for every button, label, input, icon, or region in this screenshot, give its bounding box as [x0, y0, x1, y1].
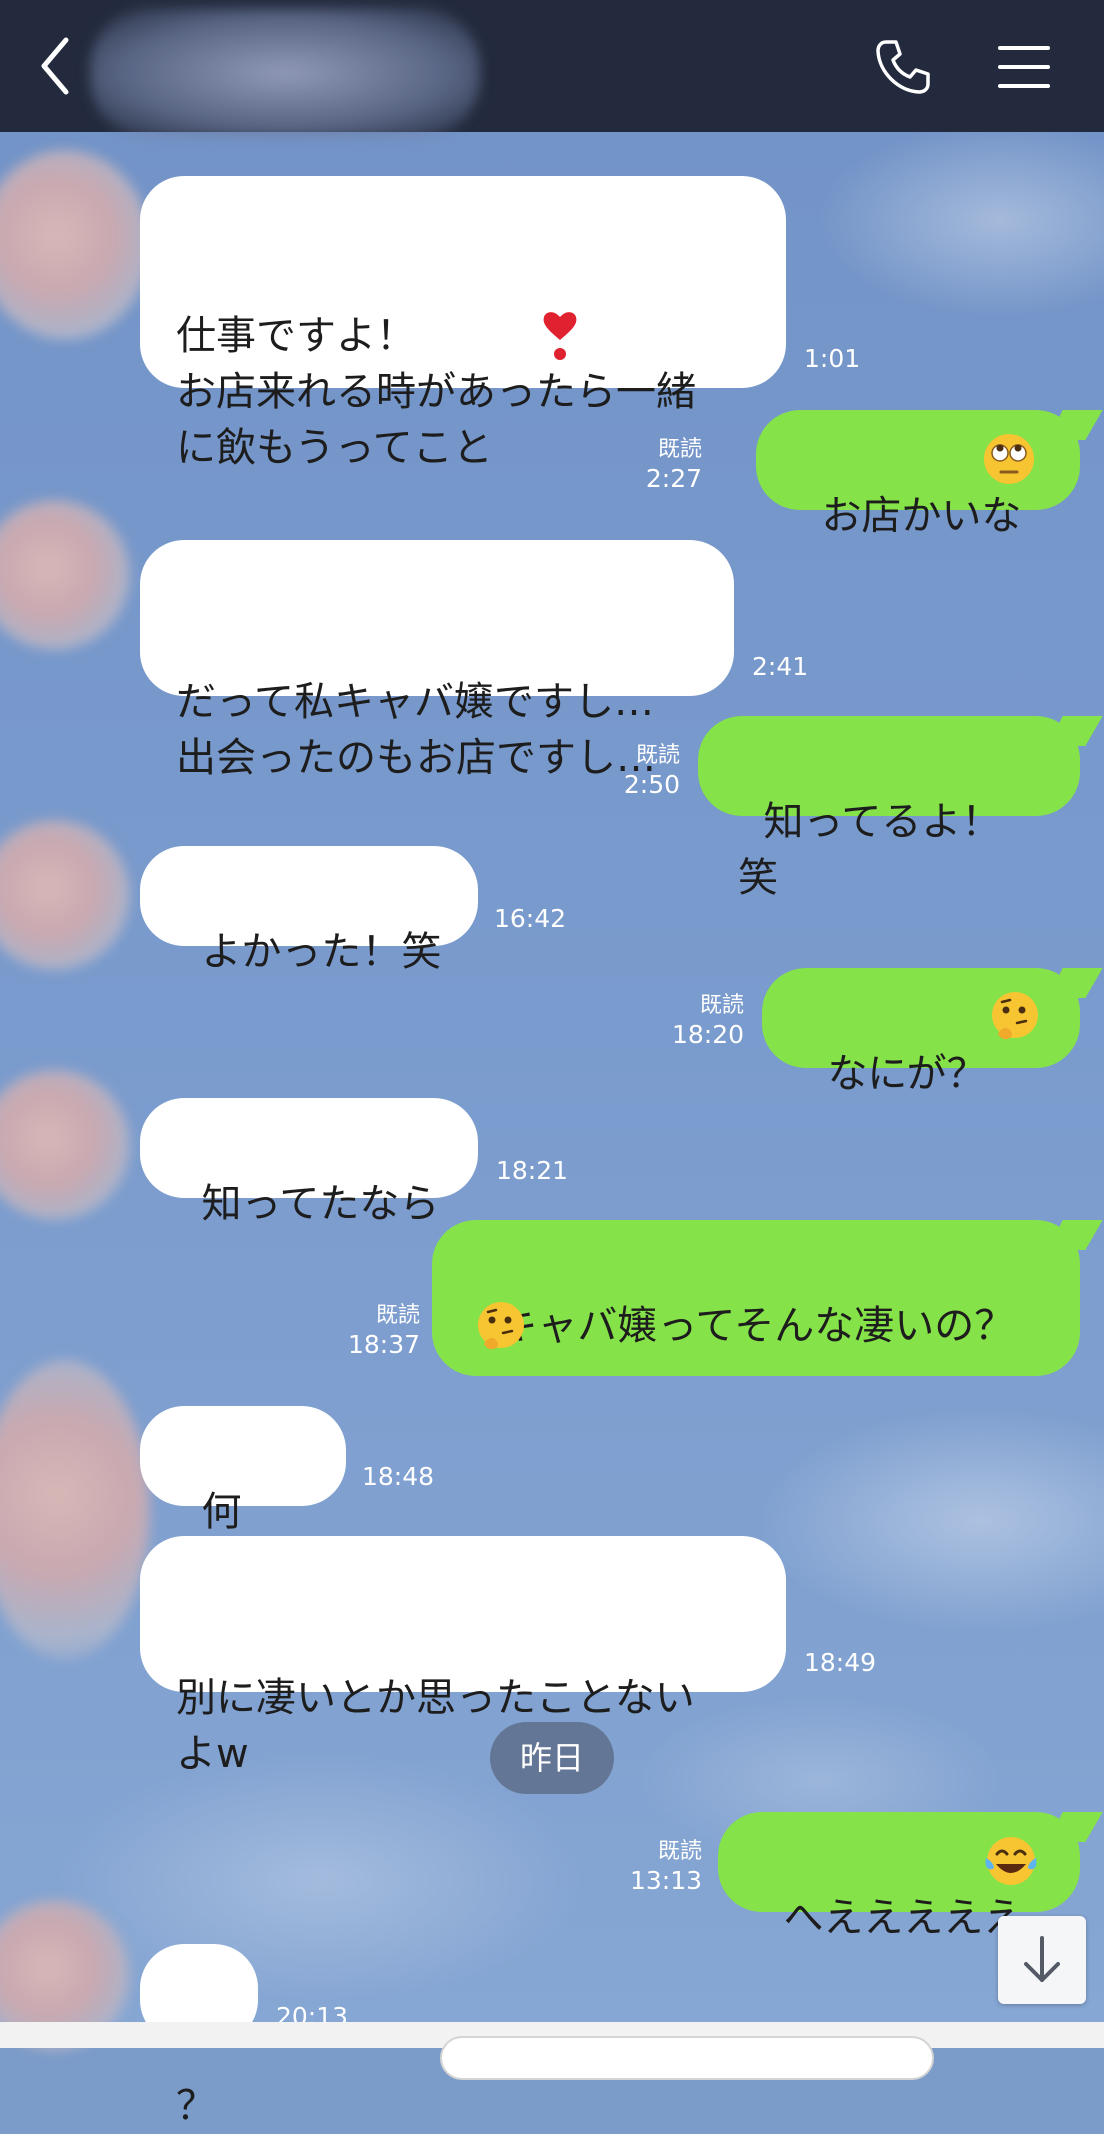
message-bubble-outgoing[interactable]: キャバ嬢ってそんな凄いの？	[432, 1220, 1080, 1376]
message-time: 2:27	[645, 464, 702, 493]
message-text: お店かいな	[821, 493, 1022, 539]
scroll-to-bottom-button[interactable]	[998, 1916, 1086, 2004]
call-button[interactable]	[872, 36, 934, 98]
message-time: 1:01	[804, 344, 861, 373]
phone-icon	[876, 40, 930, 94]
read-label: 既読	[699, 993, 744, 1018]
message-bubble-outgoing[interactable]: お店かいな	[756, 410, 1080, 539]
message-time: 18:48	[362, 1462, 435, 1491]
read-receipt: 既読 2:27	[630, 436, 702, 494]
message-time: 2:41	[752, 652, 809, 681]
message-bubble-incoming[interactable]: 知ってたなら	[140, 1098, 478, 1227]
read-receipt: 既読 2:50	[608, 742, 680, 800]
read-label: 既読	[375, 1303, 420, 1328]
heavy-heart-exclamation-icon	[543, 312, 577, 360]
message-text: よかった！笑	[201, 929, 442, 975]
read-label: 既読	[657, 1839, 702, 1864]
thinking-face-icon	[992, 992, 1038, 1040]
message-time: 18:21	[496, 1156, 569, 1185]
thinking-face-icon	[478, 1302, 524, 1350]
message-text: へえええええ	[783, 1895, 1024, 1941]
chat-header	[0, 0, 1104, 138]
message-bubble-outgoing[interactable]: 知ってるよ！笑	[698, 716, 1080, 901]
message-text: 知ってたなら	[201, 1181, 440, 1227]
chevron-left-icon	[41, 37, 69, 95]
read-label: 既読	[635, 743, 680, 768]
back-button[interactable]	[30, 28, 90, 104]
message-time: 18:37	[347, 1330, 420, 1359]
read-receipt: 既読 18:37	[336, 1302, 420, 1360]
face-with-rolling-eyes-icon	[984, 434, 1034, 484]
message-bubble-incoming[interactable]: 別に凄いとか思ったことない よw	[140, 1536, 786, 1777]
arrow-down-icon	[1024, 1936, 1060, 1982]
message-text: なにが？	[827, 1051, 987, 1097]
message-text: キャバ嬢ってそんな凄いの？	[497, 1303, 1015, 1349]
message-bubble-outgoing[interactable]: なにが？	[762, 968, 1080, 1097]
message-time: 18:20	[671, 1020, 744, 1049]
message-input[interactable]	[440, 2036, 934, 2080]
read-receipt: 既読 18:20	[660, 992, 744, 1050]
message-time: 18:49	[804, 1648, 877, 1677]
message-bubble-incoming[interactable]: 何が？	[140, 1406, 346, 1591]
read-receipt: 既読 13:13	[630, 1838, 702, 1896]
face-with-tears-of-joy-icon	[985, 1837, 1037, 1885]
read-label: 既読	[657, 437, 702, 462]
message-text: ？	[176, 2083, 216, 2129]
message-bubble-incoming[interactable]: だって私キャバ嬢ですし… 出会ったのもお店ですし…	[140, 540, 734, 781]
contact-name-redacted	[90, 8, 480, 138]
hamburger-menu-icon	[998, 46, 1050, 88]
message-bubble-incoming[interactable]: 仕事ですよ！ お店来れる時があったら一緒 に飲もうってこと	[140, 176, 786, 471]
message-time: 13:13	[630, 1866, 703, 1895]
message-text: 別に凄いとか思ったことない よw	[176, 1675, 695, 1777]
message-time: 2:50	[623, 770, 680, 799]
menu-button[interactable]	[996, 40, 1052, 94]
message-time: 16:42	[494, 904, 567, 933]
date-divider: 昨日	[490, 1722, 614, 1794]
message-bubble-outgoing[interactable]: へえええええ	[718, 1812, 1080, 1941]
message-bubble-incoming[interactable]: よかった！笑	[140, 846, 478, 975]
